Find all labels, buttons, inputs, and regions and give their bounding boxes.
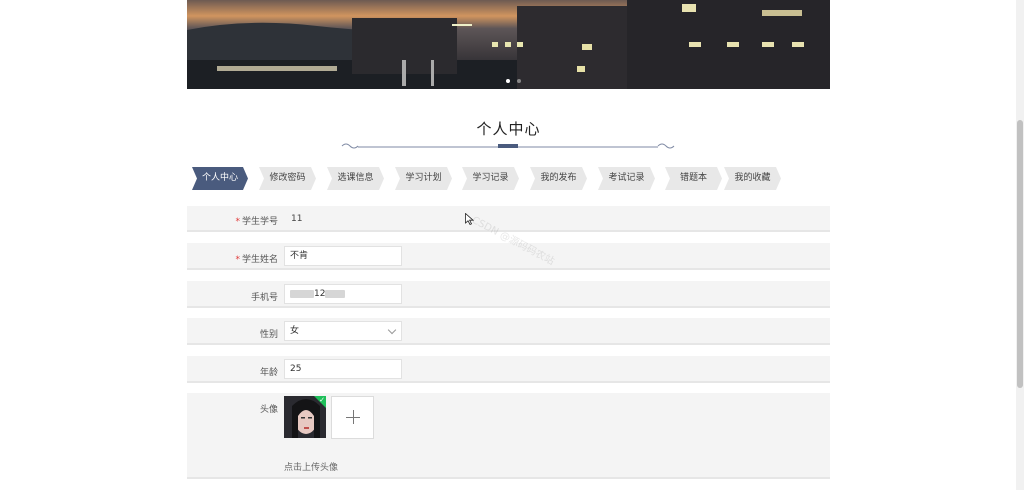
phone-label: 手机号 [250,293,278,303]
tab-personal-center[interactable]: 个人中心 [192,167,248,190]
student-id-value: 11 [291,214,303,224]
avatar[interactable]: ✓ [284,396,326,438]
page-title: 个人中心 [187,118,830,139]
phone-input[interactable]: 12 [284,284,402,304]
student-name-row: * 学生姓名 不肯 [187,243,830,270]
phone-visible-digits: 12 [314,289,326,299]
tab-study-records[interactable]: 学习记录 [462,167,519,190]
tab-my-favorites[interactable]: 我的收藏 [724,167,781,190]
student-name-label: * 学生姓名 [235,255,278,265]
check-icon: ✓ [319,396,325,404]
tab-my-posts[interactable]: 我的发布 [530,167,587,190]
student-id-label: * 学生学号 [235,217,278,227]
student-name-input[interactable]: 不肯 [284,246,402,266]
tab-study-plan[interactable]: 学习计划 [395,167,452,190]
age-label: 年龄 [259,368,278,378]
phone-redacted-suffix [325,289,346,298]
phone-redacted-prefix [290,289,314,298]
avatar-row: 头像 ✓ 点击上传头像 [187,393,830,479]
page-scrollbar[interactable] [1016,0,1024,490]
tab-wrong-questions[interactable]: 错题本 [665,167,722,190]
gender-select[interactable]: 女 [284,321,402,341]
page-title-text: 个人中心 [476,120,541,138]
gender-label: 性别 [259,330,278,340]
gender-selected-value: 女 [290,326,300,336]
age-input[interactable]: 25 [284,359,402,379]
campus-banner-image [187,0,830,89]
avatar-label: 头像 [259,405,278,415]
mouse-cursor-icon [465,213,474,225]
tab-course-selection[interactable]: 选课信息 [327,167,384,190]
title-divider-ornament [341,143,675,149]
gender-row: 性别 女 [187,318,830,345]
age-row: 年龄 25 [187,356,830,383]
avatar-upload-button[interactable] [331,396,374,439]
avatar-upload-hint[interactable]: 点击上传头像 [284,460,338,473]
tab-change-password[interactable]: 修改密码 [259,167,316,190]
scrollbar-thumb[interactable] [1017,120,1023,388]
tab-exam-records[interactable]: 考试记录 [598,167,655,190]
campus-banner [187,0,830,89]
chevron-down-icon [387,325,397,335]
phone-row: 手机号 12 [187,281,830,308]
